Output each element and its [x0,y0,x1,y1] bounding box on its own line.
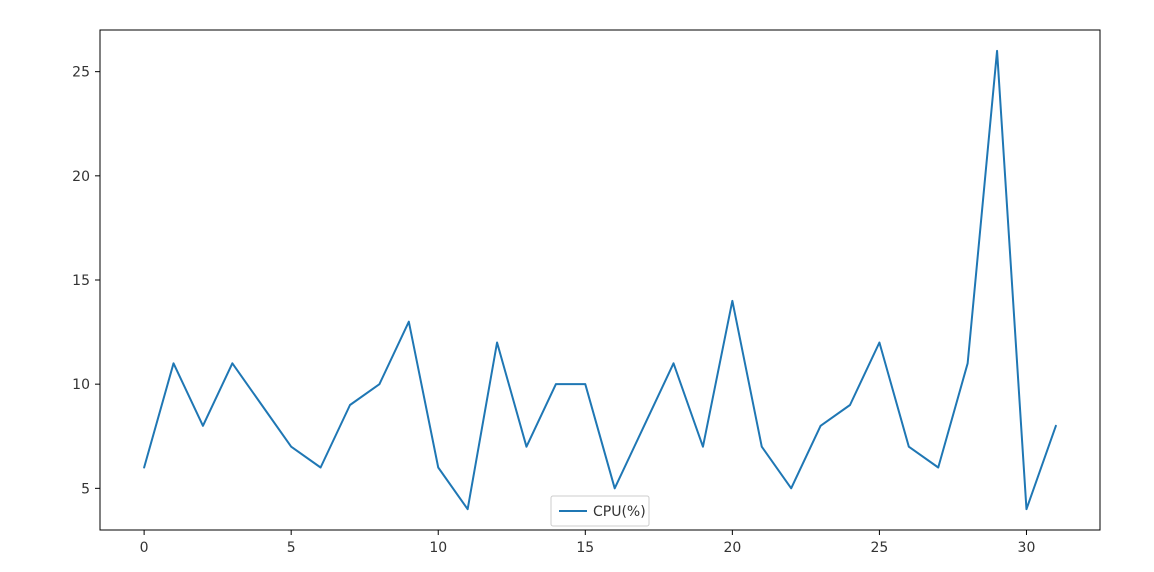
y-tick-label: 10 [72,377,90,393]
x-tick-label: 0 [140,540,149,556]
chart-container: 0 5 10 15 20 25 30 5 10 15 20 25 CPU(%) [0,0,1154,572]
y-tick-label: 25 [72,65,90,81]
y-tick-label: 20 [72,169,90,185]
x-tick-label: 20 [723,540,741,556]
y-tick-label: 5 [81,481,90,497]
plot-area-border [100,30,1100,530]
x-tick-label: 10 [429,540,447,556]
x-tick-label: 5 [287,540,296,556]
line-chart: 0 5 10 15 20 25 30 5 10 15 20 25 CPU(%) [0,0,1154,572]
x-tick-label: 25 [870,540,888,556]
legend: CPU(%) [551,496,649,526]
series-line-0 [144,51,1056,509]
x-tick-label: 15 [576,540,594,556]
x-tick-label: 30 [1018,540,1036,556]
y-tick-label: 15 [72,273,90,289]
legend-label: CPU(%) [593,504,646,520]
